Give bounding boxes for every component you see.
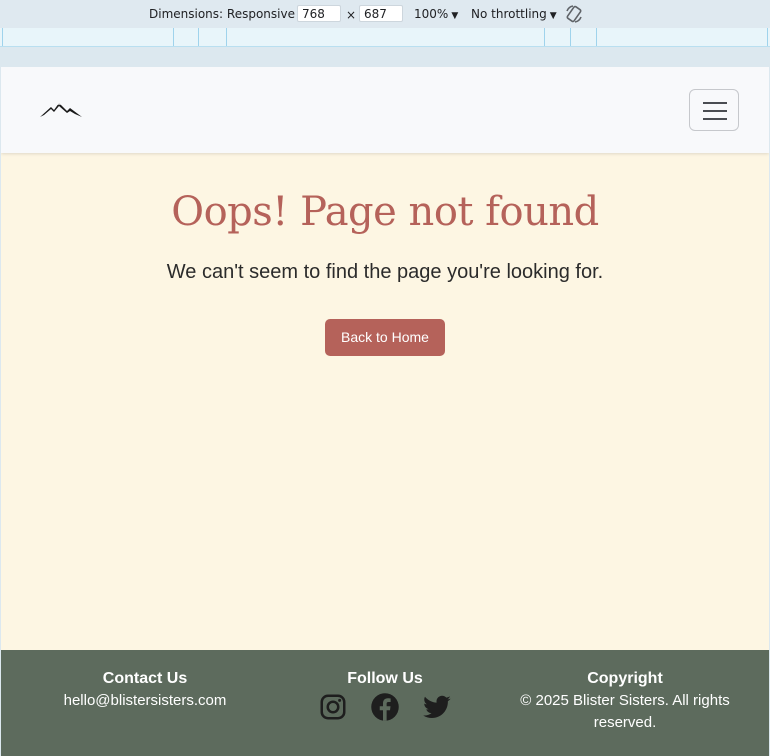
zoom-dropdown[interactable]: 100% ▼ (414, 7, 458, 21)
throttling-dropdown[interactable]: No throttling ▼ (471, 7, 557, 21)
instagram-icon[interactable] (318, 692, 348, 722)
facebook-icon[interactable] (370, 692, 400, 722)
zoom-label: 100% (414, 7, 449, 21)
ruler-segment[interactable] (198, 28, 199, 46)
social-links (260, 692, 510, 722)
dimension-separator: × (346, 8, 357, 22)
ruler-segment[interactable] (596, 28, 597, 46)
navbar-toggle-button[interactable] (689, 89, 739, 131)
page-title: Oops! Page not found (171, 189, 599, 235)
copyright-text: © 2025 Blister Sisters. All rights reser… (520, 692, 730, 731)
ruler-segment[interactable] (173, 28, 174, 46)
rotate-icon[interactable] (564, 4, 584, 24)
follow-heading: Follow Us (347, 670, 423, 687)
height-input[interactable]: 687 (359, 5, 403, 22)
page-viewport: Oops! Page not found We can't seem to fi… (1, 67, 769, 756)
hamburger-icon (703, 110, 727, 112)
contact-email-link[interactable]: hello@blistersisters.com (20, 690, 270, 712)
footer-contact: Contact Us hello@blistersisters.com (20, 668, 270, 712)
media-query-ruler[interactable] (0, 28, 770, 47)
copyright-heading: Copyright (587, 670, 663, 687)
footer: Contact Us hello@blistersisters.com Foll… (1, 650, 769, 756)
ruler-segment[interactable] (767, 28, 768, 46)
width-input[interactable]: 768 (297, 5, 341, 22)
throttling-label: No throttling (471, 7, 547, 21)
hamburger-icon (703, 102, 727, 104)
caret-down-icon: ▼ (549, 11, 557, 21)
hamburger-icon (703, 118, 727, 120)
devtools-gap (0, 47, 770, 67)
twitter-icon[interactable] (422, 692, 452, 722)
back-to-home-button[interactable]: Back to Home (325, 319, 445, 356)
devtools-toolbar: Dimensions: Responsive▼ 768 × 687 100%▼ … (0, 0, 770, 29)
footer-copyright: Copyright © 2025 Blister Sisters. All ri… (500, 668, 750, 734)
ruler-segment[interactable] (570, 28, 571, 46)
error-message: We can't seem to find the page you're lo… (166, 261, 604, 283)
ruler-segment[interactable] (2, 28, 3, 46)
ruler-segment[interactable] (226, 28, 227, 46)
ruler-segment[interactable] (544, 28, 545, 46)
contact-heading: Contact Us (102, 670, 188, 687)
mountain-icon[interactable] (39, 99, 83, 119)
navbar (1, 67, 769, 153)
dimensions-label: Dimensions: Responsive (149, 7, 295, 21)
dimensions-dropdown[interactable]: Dimensions: Responsive▼ (149, 7, 305, 21)
footer-follow: Follow Us (260, 668, 510, 722)
caret-down-icon: ▼ (451, 11, 459, 21)
